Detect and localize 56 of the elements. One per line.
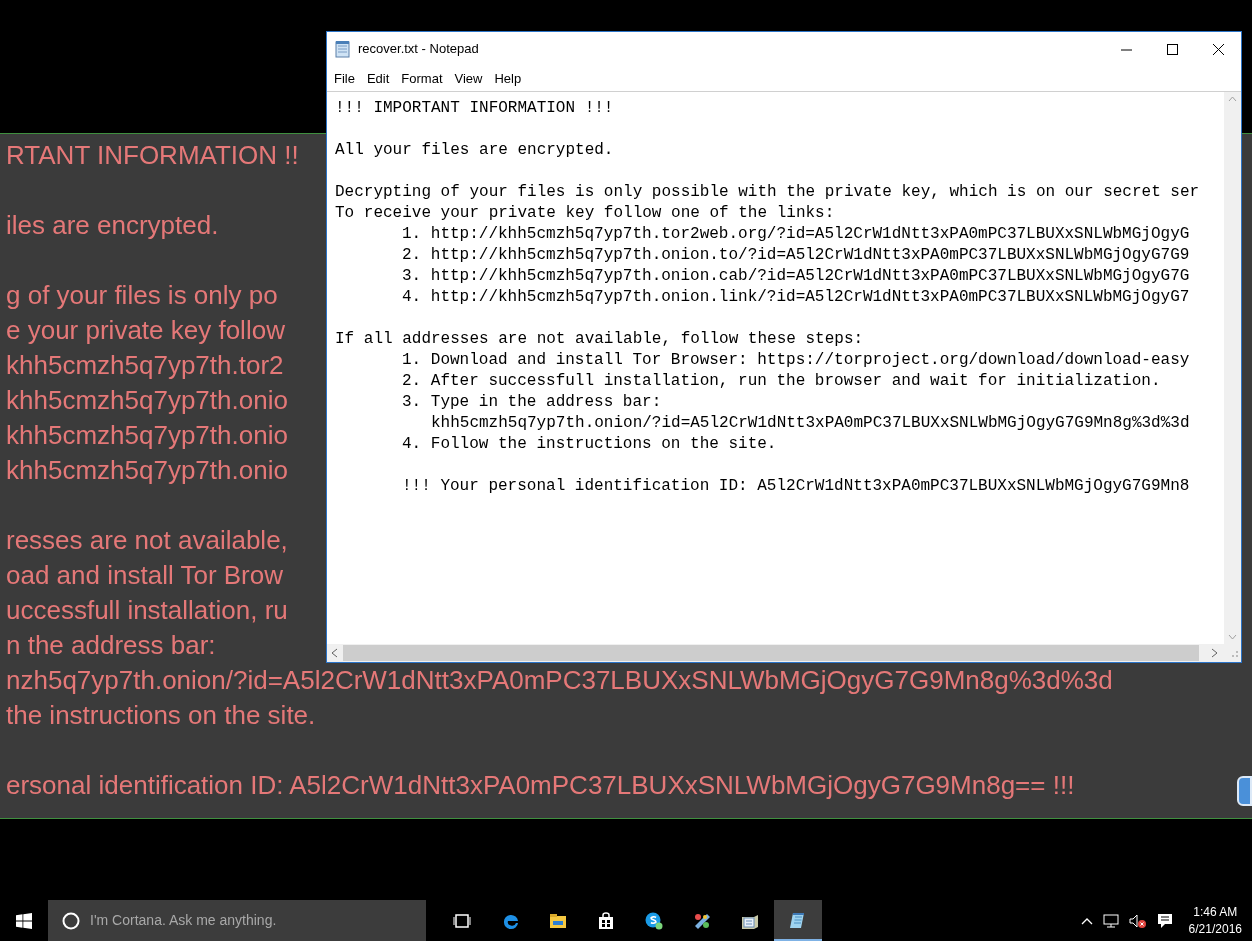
clock[interactable]: 1:46 AM 6/21/2016 — [1188, 903, 1242, 938]
maximize-icon[interactable] — [1164, 41, 1180, 57]
task-view-icon — [453, 911, 471, 930]
text-line: 3. Type in the address bar: — [402, 392, 662, 413]
close-icon[interactable] — [1210, 41, 1226, 57]
search-field[interactable]: I'm Cortana. Ask me anything. — [48, 900, 426, 941]
note-line: resses are not available, — [6, 524, 288, 557]
network-icon[interactable] — [1102, 912, 1119, 929]
note-line: khh5cmzh5q7yp7th.onio — [6, 384, 288, 417]
text-line: 3. http://khh5cmzh5q7yp7th.onion.cab/?id=A5l2CrW1dNtt3xPA0mPC37LBUXxSNLWbMGjOgyG7G — [402, 266, 1190, 287]
app-icon[interactable] — [1237, 776, 1252, 806]
notepad-icon — [335, 40, 351, 58]
shopping-bag-icon — [597, 911, 615, 930]
note-line: iles are encrypted. — [6, 209, 219, 242]
text-line: 4. Follow the instructions on the site. — [402, 434, 777, 455]
text-line: 4. http://khh5cmzh5q7yp7th.onion.link/?id=A5l2CrW1dNtt3xPA0mPC37LBUXxSNLWbMGjOgyG7 — [402, 287, 1190, 308]
palette-icon — [693, 911, 711, 930]
text-line: 1. Download and install Tor Browser: https://torproject.org/download/download-easy — [402, 350, 1190, 371]
note-line: ersonal identification ID: A5l2CrW1dNtt3xPA0mPC37LBUXxSNLWbMGjOgyG7G9Mn8g== !!! — [6, 769, 1075, 802]
text-line: Decrypting of your files is only possible with the private key, which is on our secret ser — [335, 182, 1200, 203]
note-line: khh5cmzh5q7yp7th.onio — [6, 419, 288, 452]
note-line: RTANT INFORMATION !! — [6, 139, 299, 172]
text-line: !!! Your personal identification ID: A5l2CrW1dNtt3xPA0mPC37LBUXxSNLWbMGjOgyG7G9Mn8 — [402, 476, 1190, 497]
volume-muted-icon[interactable] — [1128, 912, 1147, 929]
menu-item[interactable]: Format — [395, 68, 449, 89]
text-line: !!! IMPORTANT INFORMATION !!! — [335, 98, 614, 119]
text-line: 2. http://khh5cmzh5q7yp7th.onion.to/?id=A5l2CrW1dNtt3xPA0mPC37LBUXxSNLWbMGjOgyG7G9 — [402, 245, 1190, 266]
notepad-icon — [789, 910, 807, 929]
menu-item[interactable]: Edit — [360, 68, 396, 89]
taskbar-button[interactable] — [774, 900, 822, 941]
menu-item[interactable]: Help — [488, 68, 528, 89]
note-line: uccessfull installation, ru — [6, 594, 288, 627]
text-line: All your files are encrypted. — [335, 140, 614, 161]
note-line: khh5cmzh5q7yp7th.onio — [6, 454, 288, 487]
menu-item[interactable]: File — [328, 68, 361, 89]
notification-icon[interactable] — [1156, 912, 1173, 929]
note-line: the instructions on the site. — [6, 699, 316, 732]
note-line: oad and install Tor Brow — [6, 559, 283, 592]
windows-logo-icon[interactable] — [16, 912, 32, 929]
text-line: 1. http://khh5cmzh5q7yp7th.tor2web.org/?id=A5l2CrW1dNtt3xPA0mPC37LBUXxSNLWbMGjOgyG — [402, 224, 1190, 245]
text-line: 2. After successfull installation, run the browser and wait for initialization. — [402, 371, 1161, 392]
note-line: g of your files is only po — [6, 279, 278, 312]
text-line: khh5cmzh5q7yp7th.onion/?id=A5l2CrW1dNtt3xPA0mPC37LBUXxSNLWbMGjOgyG7G9Mn8g%3d%3d — [431, 413, 1190, 434]
text-line: To receive your private key follow one of the links: — [335, 203, 835, 224]
note-line: n the address bar: — [6, 629, 216, 662]
note-line: khh5cmzh5q7yp7th.tor2 — [6, 349, 284, 382]
window-title: recover.txt - Notepad — [358, 40, 479, 59]
note-line: e your private key follow — [6, 314, 285, 347]
caret-icon[interactable] — [1080, 916, 1093, 925]
scroll-thumb[interactable] — [343, 645, 1199, 661]
cortana-icon — [62, 911, 80, 930]
note-line: nzh5q7yp7th.onion/?id=A5l2CrW1dNtt3xPA0mPC37LBUXxSNLWbMGjOgyG7G9Mn8g%3d%3d — [6, 664, 1113, 697]
menu-item[interactable]: View — [448, 68, 489, 89]
folder-icon — [549, 911, 567, 930]
chat-icon — [645, 911, 663, 930]
text-line: If all addresses are not available, follow these steps: — [335, 329, 864, 350]
